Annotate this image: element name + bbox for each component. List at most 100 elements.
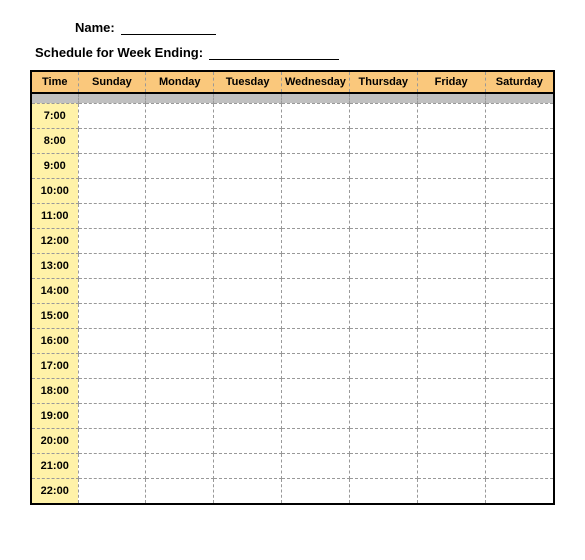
schedule-cell[interactable] xyxy=(485,103,553,128)
schedule-cell[interactable] xyxy=(146,328,214,353)
schedule-cell[interactable] xyxy=(417,428,485,453)
schedule-cell[interactable] xyxy=(417,403,485,428)
schedule-cell[interactable] xyxy=(485,453,553,478)
schedule-cell[interactable] xyxy=(349,228,417,253)
schedule-cell[interactable] xyxy=(349,178,417,203)
schedule-cell[interactable] xyxy=(485,403,553,428)
schedule-cell[interactable] xyxy=(78,178,146,203)
schedule-cell[interactable] xyxy=(214,103,282,128)
schedule-cell[interactable] xyxy=(349,453,417,478)
schedule-cell[interactable] xyxy=(146,253,214,278)
schedule-cell[interactable] xyxy=(349,203,417,228)
schedule-cell[interactable] xyxy=(417,178,485,203)
schedule-cell[interactable] xyxy=(78,378,146,403)
schedule-cell[interactable] xyxy=(282,153,350,178)
schedule-cell[interactable] xyxy=(282,478,350,503)
schedule-cell[interactable] xyxy=(417,453,485,478)
schedule-cell[interactable] xyxy=(214,453,282,478)
schedule-cell[interactable] xyxy=(146,278,214,303)
schedule-cell[interactable] xyxy=(349,328,417,353)
schedule-cell[interactable] xyxy=(349,278,417,303)
schedule-cell[interactable] xyxy=(214,403,282,428)
schedule-cell[interactable] xyxy=(78,453,146,478)
schedule-cell[interactable] xyxy=(349,478,417,503)
schedule-cell[interactable] xyxy=(485,278,553,303)
schedule-cell[interactable] xyxy=(78,203,146,228)
schedule-cell[interactable] xyxy=(214,253,282,278)
schedule-cell[interactable] xyxy=(485,303,553,328)
schedule-cell[interactable] xyxy=(146,478,214,503)
schedule-cell[interactable] xyxy=(485,353,553,378)
schedule-cell[interactable] xyxy=(78,253,146,278)
schedule-cell[interactable] xyxy=(78,353,146,378)
schedule-cell[interactable] xyxy=(485,253,553,278)
schedule-cell[interactable] xyxy=(214,428,282,453)
schedule-cell[interactable] xyxy=(417,253,485,278)
schedule-cell[interactable] xyxy=(146,103,214,128)
schedule-cell[interactable] xyxy=(417,303,485,328)
schedule-cell[interactable] xyxy=(417,353,485,378)
schedule-cell[interactable] xyxy=(146,378,214,403)
week-ending-input-line[interactable] xyxy=(209,46,339,60)
schedule-cell[interactable] xyxy=(349,353,417,378)
schedule-cell[interactable] xyxy=(214,378,282,403)
schedule-cell[interactable] xyxy=(349,428,417,453)
schedule-cell[interactable] xyxy=(214,203,282,228)
schedule-cell[interactable] xyxy=(146,303,214,328)
schedule-cell[interactable] xyxy=(78,278,146,303)
schedule-cell[interactable] xyxy=(78,328,146,353)
schedule-cell[interactable] xyxy=(146,428,214,453)
schedule-cell[interactable] xyxy=(78,128,146,153)
schedule-cell[interactable] xyxy=(282,353,350,378)
schedule-cell[interactable] xyxy=(349,303,417,328)
schedule-cell[interactable] xyxy=(282,453,350,478)
schedule-cell[interactable] xyxy=(146,128,214,153)
schedule-cell[interactable] xyxy=(485,153,553,178)
schedule-cell[interactable] xyxy=(78,428,146,453)
schedule-cell[interactable] xyxy=(214,228,282,253)
schedule-cell[interactable] xyxy=(349,128,417,153)
schedule-cell[interactable] xyxy=(485,128,553,153)
schedule-cell[interactable] xyxy=(485,178,553,203)
schedule-cell[interactable] xyxy=(417,328,485,353)
schedule-cell[interactable] xyxy=(282,253,350,278)
schedule-cell[interactable] xyxy=(485,228,553,253)
schedule-cell[interactable] xyxy=(282,328,350,353)
schedule-cell[interactable] xyxy=(282,128,350,153)
schedule-cell[interactable] xyxy=(349,153,417,178)
schedule-cell[interactable] xyxy=(282,403,350,428)
schedule-cell[interactable] xyxy=(485,428,553,453)
schedule-cell[interactable] xyxy=(214,353,282,378)
schedule-cell[interactable] xyxy=(349,403,417,428)
schedule-cell[interactable] xyxy=(282,428,350,453)
schedule-cell[interactable] xyxy=(349,253,417,278)
schedule-cell[interactable] xyxy=(78,303,146,328)
schedule-cell[interactable] xyxy=(78,153,146,178)
schedule-cell[interactable] xyxy=(417,103,485,128)
schedule-cell[interactable] xyxy=(146,403,214,428)
schedule-cell[interactable] xyxy=(282,278,350,303)
schedule-cell[interactable] xyxy=(214,128,282,153)
schedule-cell[interactable] xyxy=(282,203,350,228)
schedule-cell[interactable] xyxy=(485,203,553,228)
schedule-cell[interactable] xyxy=(485,478,553,503)
schedule-cell[interactable] xyxy=(349,378,417,403)
schedule-cell[interactable] xyxy=(417,228,485,253)
schedule-cell[interactable] xyxy=(214,278,282,303)
schedule-cell[interactable] xyxy=(417,153,485,178)
schedule-cell[interactable] xyxy=(417,278,485,303)
schedule-cell[interactable] xyxy=(485,378,553,403)
name-input-line[interactable] xyxy=(121,21,216,35)
schedule-cell[interactable] xyxy=(214,303,282,328)
schedule-cell[interactable] xyxy=(214,153,282,178)
schedule-cell[interactable] xyxy=(78,478,146,503)
schedule-cell[interactable] xyxy=(282,103,350,128)
schedule-cell[interactable] xyxy=(417,203,485,228)
schedule-cell[interactable] xyxy=(146,203,214,228)
schedule-cell[interactable] xyxy=(214,328,282,353)
schedule-cell[interactable] xyxy=(417,478,485,503)
schedule-cell[interactable] xyxy=(146,228,214,253)
schedule-cell[interactable] xyxy=(78,403,146,428)
schedule-cell[interactable] xyxy=(146,453,214,478)
schedule-cell[interactable] xyxy=(282,228,350,253)
